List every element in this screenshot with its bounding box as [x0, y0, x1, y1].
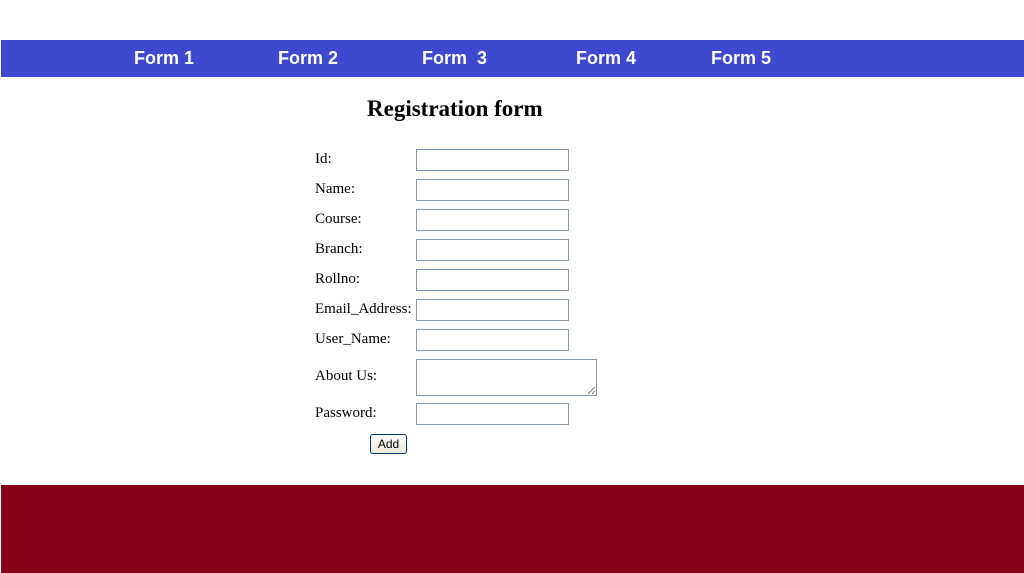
username-label: User_Name:: [315, 331, 391, 347]
name-input[interactable]: [416, 179, 569, 201]
nav-link-form-5[interactable]: Form 5: [711, 40, 771, 77]
page-title: Registration form: [367, 96, 543, 121]
id-input[interactable]: [416, 149, 569, 171]
course-label: Course:: [315, 211, 362, 227]
top-navigation-bar: Form 1 Form 2 Form 3 Form 4 Form 5: [1, 40, 1024, 77]
nav-link-form-3[interactable]: Form 3: [422, 40, 487, 77]
nav-link-form-1[interactable]: Form 1: [134, 40, 194, 77]
branch-label: Branch:: [315, 241, 363, 257]
nav-link-form-2[interactable]: Form 2: [278, 40, 338, 77]
email-label: Email_Address:: [315, 301, 412, 317]
username-input[interactable]: [416, 329, 569, 351]
nav-link-form-4[interactable]: Form 4: [576, 40, 636, 77]
rollno-input[interactable]: [416, 269, 569, 291]
footer-bar: [1, 485, 1024, 573]
id-label: Id:: [315, 151, 332, 167]
email-input[interactable]: [416, 299, 569, 321]
about-us-textarea[interactable]: [416, 359, 597, 396]
branch-input[interactable]: [416, 239, 569, 261]
password-label: Password:: [315, 405, 377, 421]
add-button[interactable]: Add: [370, 434, 407, 454]
course-input[interactable]: [416, 209, 569, 231]
about-us-label: About Us:: [315, 368, 378, 384]
rollno-label: Rollno:: [315, 271, 361, 287]
password-input[interactable]: [416, 403, 569, 425]
name-label: Name:: [315, 181, 355, 197]
